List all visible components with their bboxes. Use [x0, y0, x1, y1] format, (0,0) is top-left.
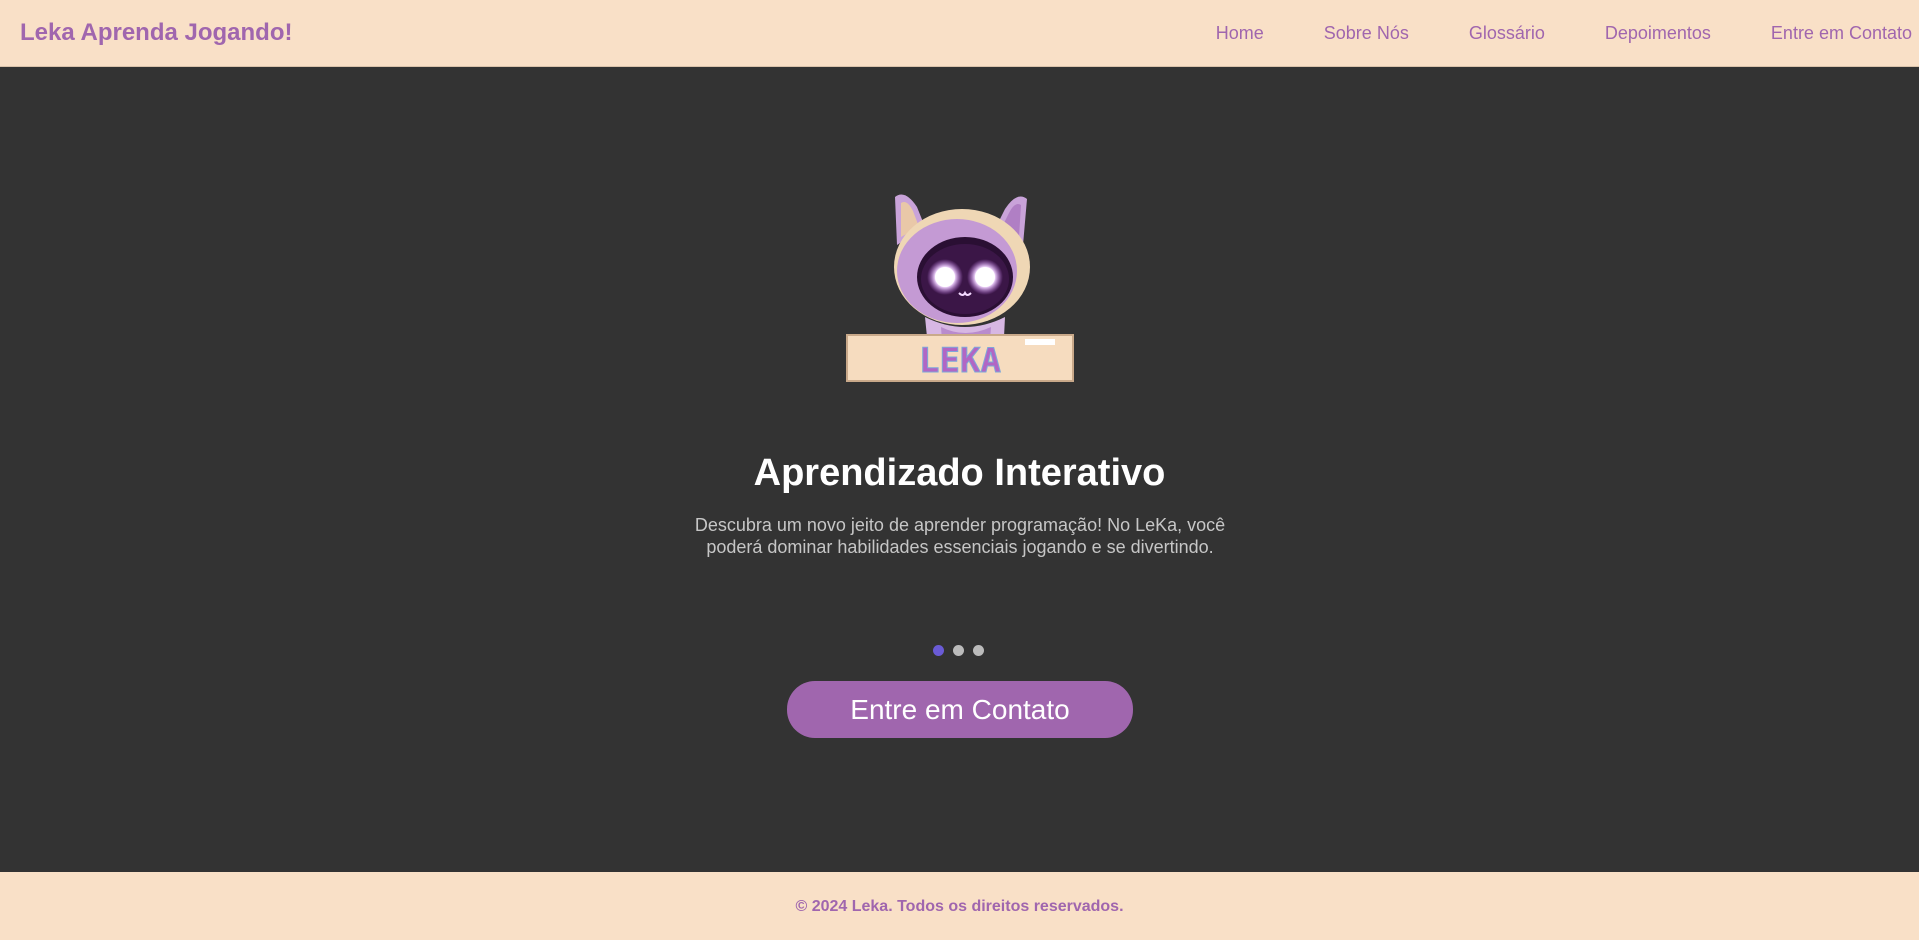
- carousel-dot-1[interactable]: [933, 645, 944, 656]
- slide-title: Aprendizado Interativo: [753, 452, 1166, 494]
- site-header: Leka Aprenda Jogando! Home Sobre Nós Glo…: [0, 0, 1919, 67]
- site-footer: © 2024 Leka. Todos os direitos reservado…: [0, 872, 1919, 940]
- leka-logo-text: LEKA: [919, 341, 1001, 381]
- nav-link-sobre-nos[interactable]: Sobre Nós: [1324, 23, 1409, 43]
- carousel-indicators: [933, 645, 984, 656]
- carousel-dot-3[interactable]: [973, 645, 984, 656]
- slide-description: Descubra um novo jeito de aprender progr…: [694, 515, 1226, 557]
- contact-cta-button[interactable]: Entre em Contato: [787, 681, 1133, 738]
- footer-copyright: © 2024 Leka. Todos os direitos reservado…: [795, 898, 1124, 915]
- nav-link-glossario[interactable]: Glossário: [1469, 23, 1545, 43]
- leka-mascot-logo: LEKA: [846, 194, 1074, 382]
- nav-link-entre-em-contato[interactable]: Entre em Contato: [1771, 23, 1912, 43]
- hero-section: LEKA Aprendizado Interativo Descubra um …: [0, 67, 1919, 872]
- nav-link-home[interactable]: Home: [1216, 23, 1264, 43]
- site-brand[interactable]: Leka Aprenda Jogando!: [20, 19, 292, 47]
- carousel-dot-2[interactable]: [953, 645, 964, 656]
- nav-link-depoimentos[interactable]: Depoimentos: [1605, 23, 1711, 43]
